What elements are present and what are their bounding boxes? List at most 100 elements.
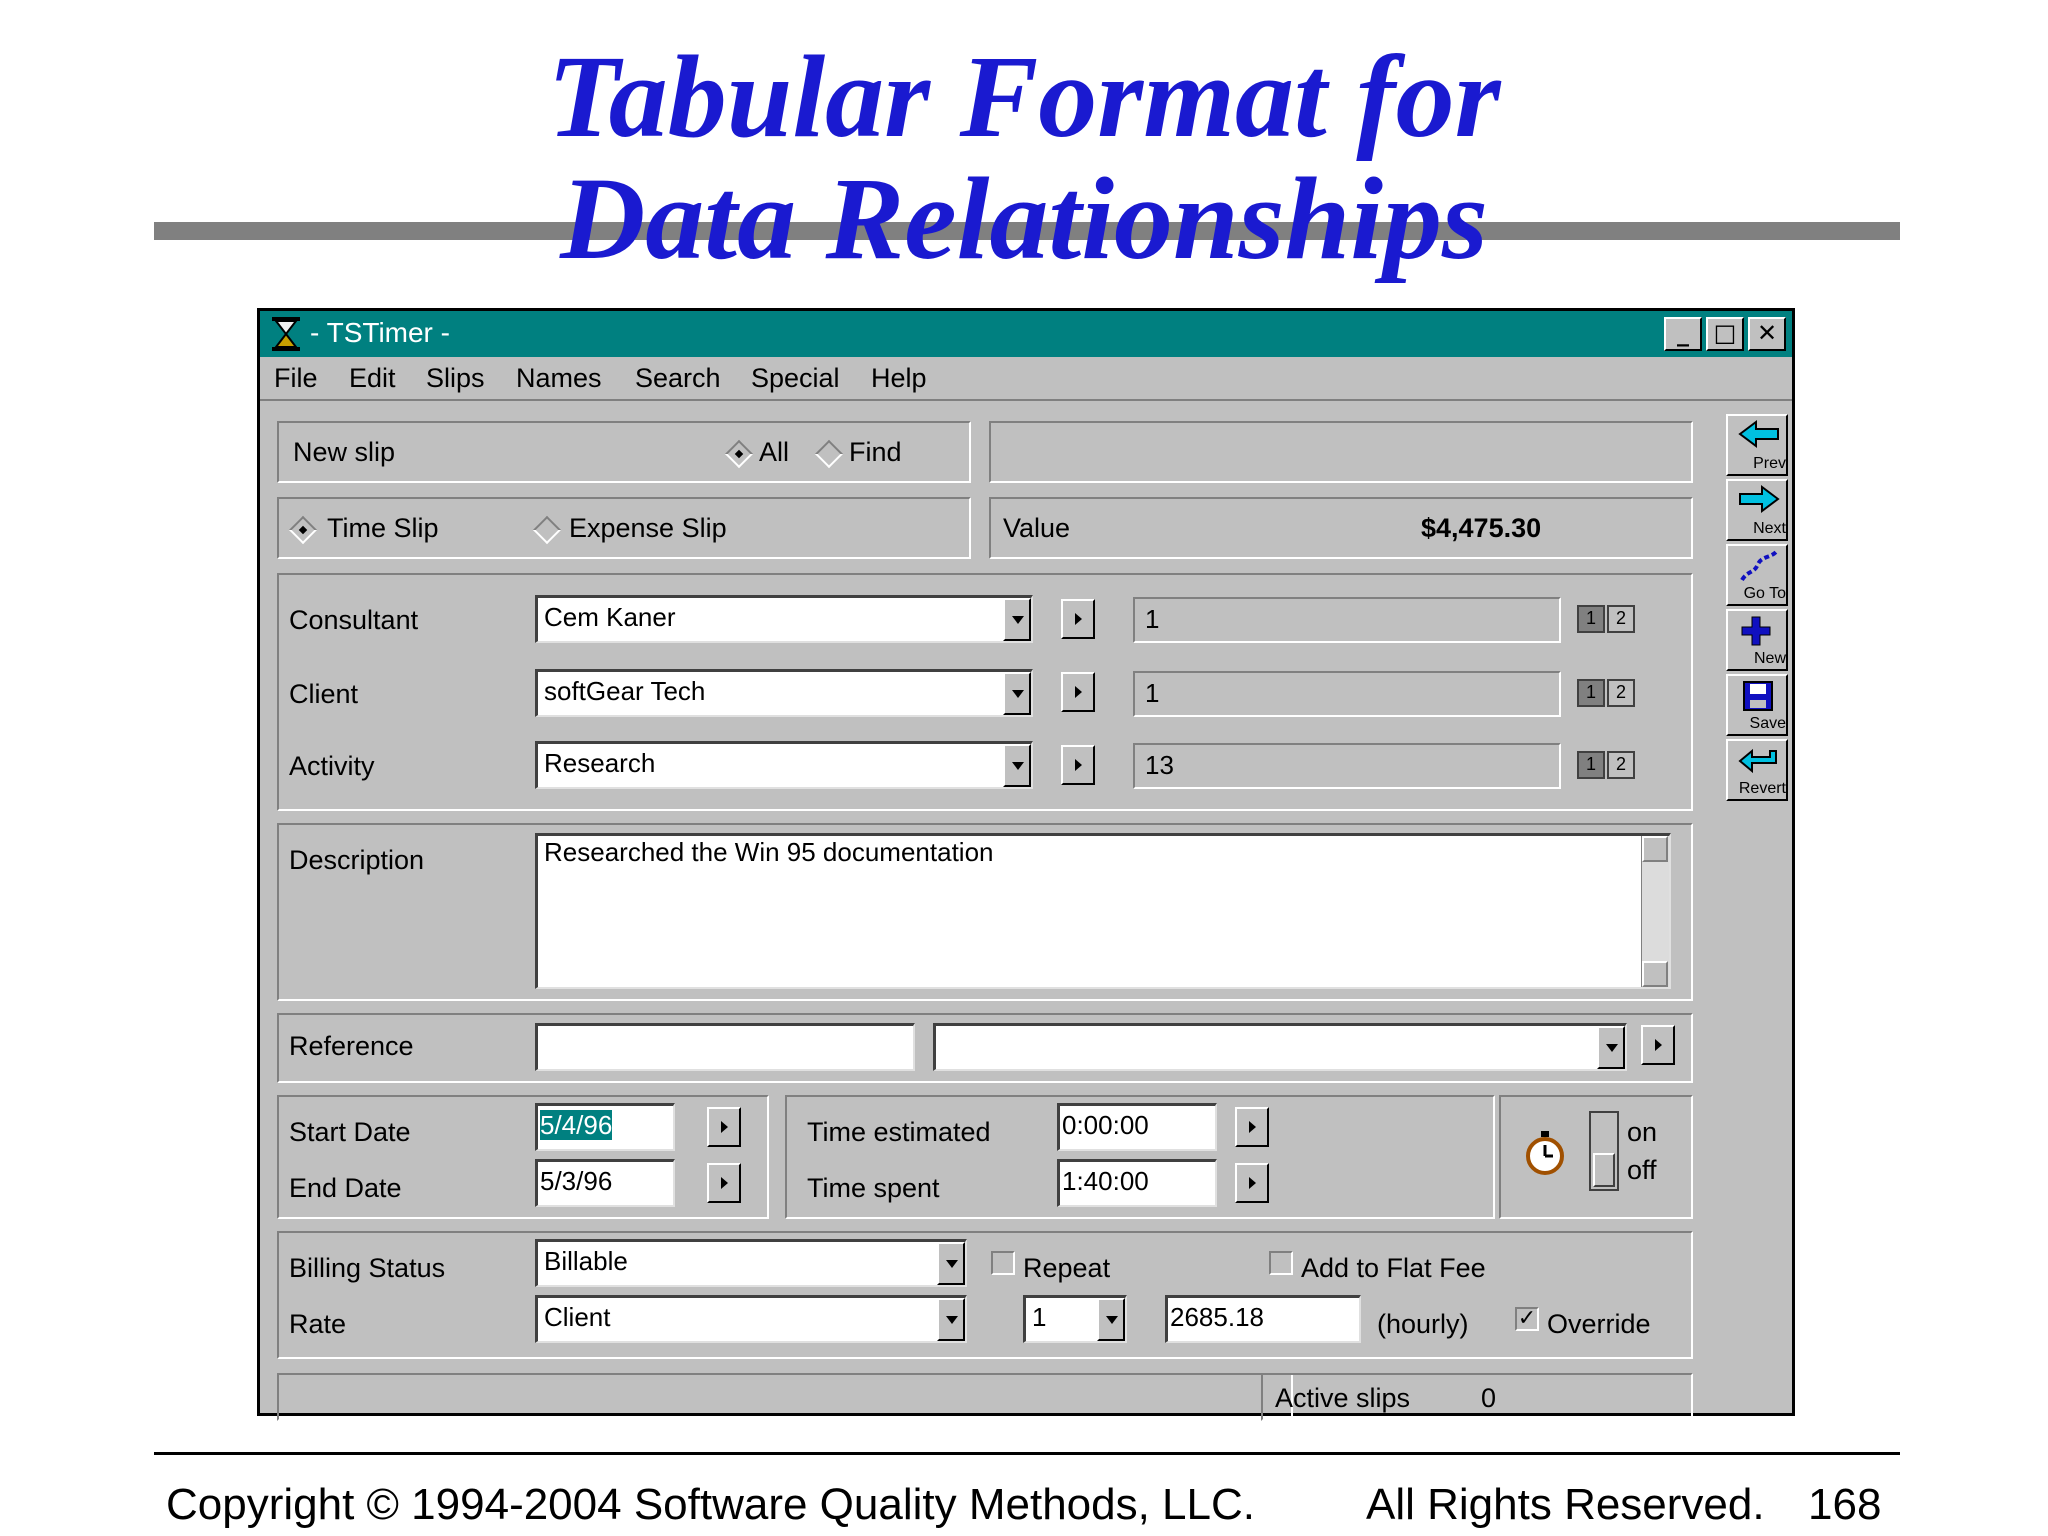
consultant-select[interactable]: Cem Kaner (535, 595, 1033, 643)
undo-arrow-icon (1738, 748, 1777, 774)
billing-status-dropdown-button[interactable] (937, 1242, 965, 1285)
menu-file[interactable]: File (274, 363, 318, 394)
copyright-text: Copyright © 1994-2004 Software Quality M… (166, 1480, 1255, 1529)
reference-panel: Reference (277, 1013, 1693, 1083)
reference-label: Reference (289, 1031, 414, 1061)
consultant-label: Consultant (289, 605, 419, 635)
description-scrollbar[interactable] (1641, 836, 1669, 987)
assignment-panel: Consultant Cem Kaner 1 12 Client softGea… (277, 573, 1693, 811)
description-textarea[interactable]: Researched the Win 95 documentation (535, 833, 1671, 989)
time-panel: Time estimated 0:00:00 Time spent 1:40:0… (785, 1095, 1495, 1219)
rate-amount-input[interactable]: 2685.18 (1165, 1295, 1361, 1343)
window-title: - TSTimer - (310, 317, 450, 348)
menu-special[interactable]: Special (751, 363, 840, 394)
billing-status-select[interactable]: Billable (535, 1239, 967, 1287)
override-checkbox[interactable]: ✓ (1515, 1307, 1539, 1331)
slide-title-line2: Data Relationships (560, 153, 1488, 284)
expense-slip-label: Expense Slip (569, 513, 727, 543)
client-dropdown-button[interactable] (1003, 672, 1031, 715)
repeat-checkbox[interactable] (991, 1251, 1015, 1275)
menu-bar: File Edit Slips Names Search Special Hel… (260, 357, 1792, 401)
billing-status-label: Billing Status (289, 1253, 446, 1283)
switch-thumb[interactable] (1593, 1153, 1615, 1187)
reference-select[interactable] (933, 1023, 1627, 1071)
value-panel: Value $4,475.30 (989, 497, 1693, 559)
reference-go-button[interactable] (1641, 1025, 1675, 1065)
consultant-value: Cem Kaner (544, 602, 676, 632)
client-label: Client (289, 679, 359, 709)
time-spent-go-button[interactable] (1235, 1163, 1269, 1203)
minimize-button[interactable]: _ (1664, 317, 1702, 351)
stopwatch-icon[interactable] (1523, 1129, 1567, 1177)
client-go-button[interactable] (1061, 672, 1095, 712)
billing-panel: Billing Status Billable Repeat Add to Fl… (277, 1231, 1693, 1359)
start-date-go-button[interactable] (707, 1107, 741, 1147)
plus-icon (1741, 616, 1771, 646)
all-radio[interactable] (724, 439, 754, 469)
maximize-button[interactable]: □ (1706, 317, 1744, 351)
end-date-input[interactable]: 5/3/96 (535, 1159, 675, 1207)
value-label: Value (1003, 513, 1071, 543)
description-panel: Description Researched the Win 95 docume… (277, 823, 1693, 1001)
revert-button[interactable]: Revert (1726, 739, 1788, 801)
new-slip-panel: New slip All Find (277, 421, 971, 483)
prev-button[interactable]: Prev (1726, 414, 1788, 476)
client-toggle[interactable]: 12 (1577, 679, 1635, 707)
goto-button[interactable]: Go To (1726, 544, 1788, 606)
description-text: Researched the Win 95 documentation (544, 837, 994, 867)
close-button[interactable]: ✕ (1748, 317, 1786, 351)
info-panel (989, 421, 1693, 483)
activity-value: Research (544, 748, 656, 778)
activity-label: Activity (289, 751, 375, 781)
timer-switch[interactable] (1589, 1111, 1619, 1191)
find-radio[interactable] (814, 439, 844, 469)
activity-select[interactable]: Research (535, 741, 1033, 789)
time-estimated-label: Time estimated (807, 1117, 991, 1147)
client-value: softGear Tech (544, 676, 706, 706)
save-button[interactable]: Save (1726, 674, 1788, 736)
slip-type-panel: Time Slip Expense Slip (277, 497, 971, 559)
consultant-go-button[interactable] (1061, 599, 1095, 639)
next-button[interactable]: Next (1726, 479, 1788, 541)
page-number: 168 (1808, 1480, 1882, 1529)
timer-panel: on off (1499, 1095, 1693, 1219)
time-spent-input[interactable]: 1:40:00 (1057, 1159, 1217, 1207)
menu-help[interactable]: Help (871, 363, 927, 394)
rate-select[interactable]: Client (535, 1295, 967, 1343)
goto-icon (1740, 550, 1778, 582)
title-bar: - TSTimer - _ □ ✕ (260, 311, 1792, 357)
time-slip-radio[interactable] (288, 515, 318, 545)
time-estimated-input[interactable]: 0:00:00 (1057, 1103, 1217, 1151)
flat-fee-checkbox[interactable] (1269, 1251, 1293, 1275)
activity-toggle[interactable]: 12 (1577, 751, 1635, 779)
menu-edit[interactable]: Edit (349, 363, 396, 394)
activity-go-button[interactable] (1061, 745, 1095, 785)
rate-level-dropdown-button[interactable] (1097, 1298, 1125, 1341)
value-amount: $4,475.30 (1421, 513, 1542, 543)
scroll-up-icon[interactable] (1642, 836, 1668, 862)
consultant-dropdown-button[interactable] (1003, 598, 1031, 641)
all-label: All (759, 437, 790, 467)
expense-slip-radio[interactable] (532, 515, 562, 545)
new-button[interactable]: New (1726, 609, 1788, 671)
menu-slips[interactable]: Slips (426, 363, 485, 394)
revert-label: Revert (1738, 780, 1786, 797)
reference-dropdown-button[interactable] (1597, 1026, 1625, 1069)
start-date-input[interactable]: 5/4/96 (535, 1103, 675, 1151)
new-label: New (1753, 650, 1786, 667)
footer-rule (154, 1452, 1900, 1455)
end-date-go-button[interactable] (707, 1163, 741, 1203)
client-select[interactable]: softGear Tech (535, 669, 1033, 717)
rate-level-select[interactable]: 1 (1023, 1295, 1127, 1343)
repeat-label: Repeat (1023, 1253, 1111, 1283)
menu-names[interactable]: Names (516, 363, 602, 394)
scroll-down-icon[interactable] (1642, 961, 1668, 987)
app-window: - TSTimer - _ □ ✕ File Edit Slips Names … (257, 308, 1795, 1421)
activity-id: 13 (1133, 743, 1561, 789)
consultant-toggle[interactable]: 12 (1577, 605, 1635, 633)
reference-input[interactable] (535, 1023, 915, 1071)
menu-search[interactable]: Search (635, 363, 721, 394)
time-estimated-go-button[interactable] (1235, 1107, 1269, 1147)
activity-dropdown-button[interactable] (1003, 744, 1031, 787)
rate-dropdown-button[interactable] (937, 1298, 965, 1341)
